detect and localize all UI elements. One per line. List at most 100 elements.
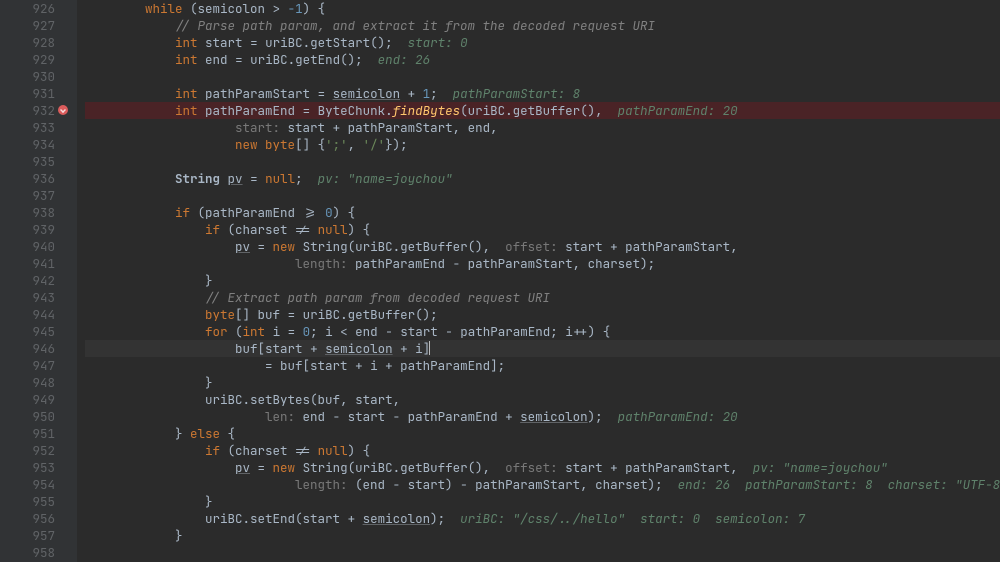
line-number[interactable]: 954 [0, 476, 55, 493]
code-line[interactable]: int pathParamEnd = ByteChunk.findBytes(u… [85, 102, 1000, 119]
token-var: pathParamStart [468, 255, 573, 272]
token-var: end [205, 51, 228, 68]
code-line[interactable]: buf[start + semicolon + i] [85, 340, 1000, 357]
token-plain: ); [588, 408, 618, 425]
line-number[interactable]: 940 [0, 238, 55, 255]
token-plain: [ [303, 357, 311, 374]
code-line[interactable]: if (charset != null) { [85, 221, 1000, 238]
code-line[interactable]: uriBC.setEnd(start + semicolon); uriBC: … [85, 510, 1000, 527]
code-line[interactable]: pv = new String(uriBC.getBuffer(), offse… [85, 459, 1000, 476]
token-plain: , [730, 459, 753, 476]
token-plain: ( [183, 0, 198, 17]
token-plain [85, 510, 205, 527]
token-plain: ( [220, 221, 235, 238]
line-number[interactable]: 946 [0, 340, 55, 357]
code-line[interactable]: = buf[start + i + pathParamEnd]; [85, 357, 1000, 374]
code-line[interactable]: } [85, 493, 1000, 510]
token-plain [198, 34, 206, 51]
token-var: end [303, 408, 326, 425]
line-number[interactable]: 934 [0, 136, 55, 153]
token-plain [85, 340, 235, 357]
line-number[interactable]: 955 [0, 493, 55, 510]
code-line[interactable] [85, 187, 1000, 204]
line-number[interactable]: 941 [0, 255, 55, 272]
code-line[interactable]: } [85, 374, 1000, 391]
code-editor[interactable]: 9269279289299309319329339349359369379389… [0, 0, 1000, 562]
line-number[interactable]: 950 [0, 408, 55, 425]
token-plain [85, 204, 175, 221]
line-number[interactable]: 931 [0, 85, 55, 102]
line-number[interactable]: 958 [0, 544, 55, 561]
token-u: semicolon [325, 340, 393, 357]
line-number[interactable]: 929 [0, 51, 55, 68]
line-number[interactable]: 939 [0, 221, 55, 238]
line-number[interactable]: 944 [0, 306, 55, 323]
code-line[interactable]: byte[] buf = uriBC.getBuffer(); [85, 306, 1000, 323]
token-var: i [325, 323, 333, 340]
code-line[interactable]: if (charset != null) { [85, 442, 1000, 459]
line-number[interactable]: 951 [0, 425, 55, 442]
code-line[interactable] [85, 68, 1000, 85]
line-number[interactable]: 937 [0, 187, 55, 204]
code-line[interactable] [85, 153, 1000, 170]
code-line[interactable]: int end = uriBC.getEnd(); end: 26 [85, 51, 1000, 68]
line-number[interactable]: 930 [0, 68, 55, 85]
token-plain [85, 17, 175, 34]
breakpoint-icon[interactable] [58, 105, 68, 115]
code-line[interactable]: uriBC.setBytes(buf, start, [85, 391, 1000, 408]
code-line[interactable]: new byte[] {';', '/'}); [85, 136, 1000, 153]
line-number[interactable]: 933 [0, 119, 55, 136]
code-line[interactable] [85, 544, 1000, 561]
code-line[interactable]: length: (end - start) - pathParamStart, … [85, 476, 1000, 493]
line-number[interactable]: 956 [0, 510, 55, 527]
token-hint: end: 26 [378, 51, 431, 68]
token-var: buf [318, 391, 341, 408]
code-line[interactable]: pv = new String(uriBC.getBuffer(), offse… [85, 238, 1000, 255]
line-number-gutter[interactable]: 9269279289299309319329339349359369379389… [0, 0, 77, 562]
code-line[interactable]: String pv = null; pv: "name=joychou" [85, 170, 1000, 187]
token-var: start [400, 323, 438, 340]
line-number[interactable]: 953 [0, 459, 55, 476]
code-line[interactable]: } else { [85, 425, 1000, 442]
line-number[interactable]: 957 [0, 527, 55, 544]
token-plain: } [85, 374, 213, 391]
line-number[interactable]: 952 [0, 442, 55, 459]
line-number[interactable]: 935 [0, 153, 55, 170]
code-line[interactable]: if (pathParamEnd >= 0) { [85, 204, 1000, 221]
line-number[interactable]: 942 [0, 272, 55, 289]
line-number[interactable]: 932 [0, 102, 55, 119]
line-number[interactable]: 943 [0, 289, 55, 306]
line-number[interactable]: 926 [0, 0, 55, 17]
line-number[interactable]: 936 [0, 170, 55, 187]
line-number[interactable]: 948 [0, 374, 55, 391]
token-plain: = [310, 85, 333, 102]
code-line[interactable]: // Parse path param, and extract it from… [85, 17, 1000, 34]
token-plain [198, 51, 206, 68]
line-number[interactable]: 947 [0, 357, 55, 374]
code-line[interactable]: while (semicolon > -1) { [85, 0, 1000, 17]
code-line[interactable]: int pathParamStart = semicolon + 1; path… [85, 85, 1000, 102]
code-line[interactable]: len: end - start - pathParamEnd + semico… [85, 408, 1000, 425]
token-num: 1 [423, 85, 431, 102]
code-line[interactable]: } [85, 527, 1000, 544]
token-plain: = [243, 170, 266, 187]
line-number[interactable]: 928 [0, 34, 55, 51]
line-number[interactable]: 938 [0, 204, 55, 221]
code-line[interactable]: // Extract path param from decoded reque… [85, 289, 1000, 306]
token-plain [198, 85, 206, 102]
token-plain [265, 323, 273, 340]
token-plain [85, 102, 175, 119]
line-number[interactable]: 927 [0, 17, 55, 34]
code-line[interactable]: start: start + pathParamStart, end, [85, 119, 1000, 136]
text-caret [429, 341, 430, 355]
token-kw: null [318, 221, 348, 238]
code-line[interactable]: for (int i = 0; i < end - start - pathPa… [85, 323, 1000, 340]
token-plain: String( [295, 459, 355, 476]
token-plain: + [303, 340, 326, 357]
code-line[interactable]: } [85, 272, 1000, 289]
code-area[interactable]: while (semicolon > -1) { // Parse path p… [77, 0, 1000, 562]
line-number[interactable]: 949 [0, 391, 55, 408]
code-line[interactable]: length: pathParamEnd - pathParamStart, c… [85, 255, 1000, 272]
code-line[interactable]: int start = uriBC.getStart(); start: 0 [85, 34, 1000, 51]
line-number[interactable]: 945 [0, 323, 55, 340]
